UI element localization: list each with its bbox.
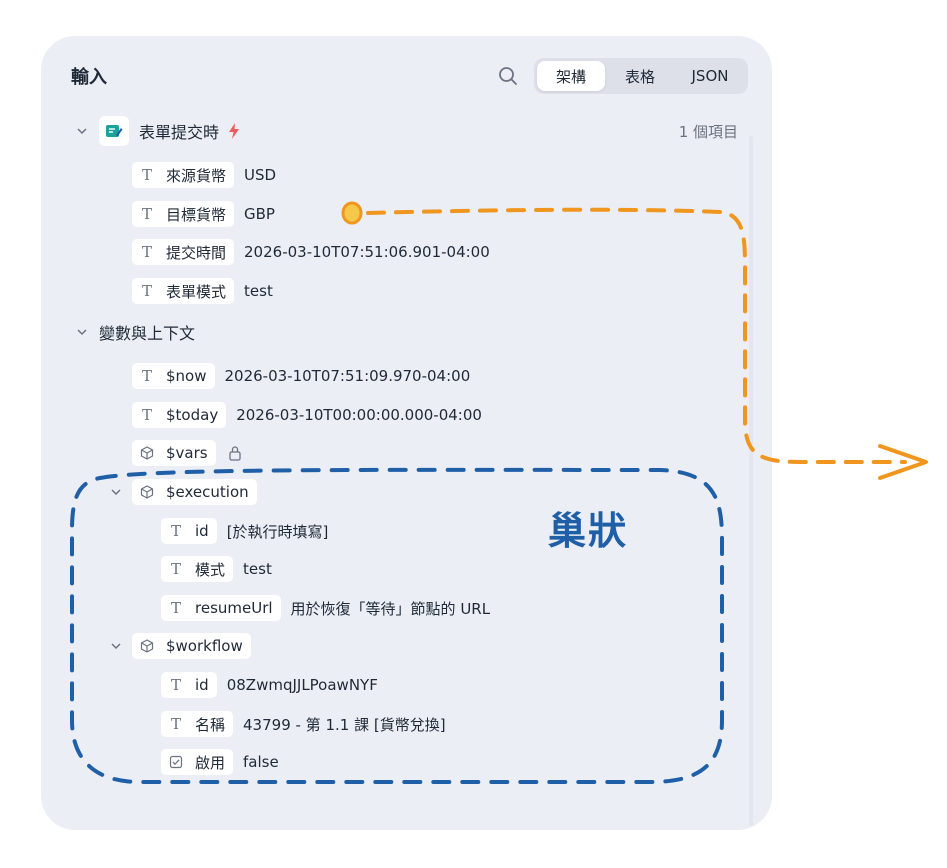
field-value: test: [243, 560, 272, 578]
list-item: T 來源貨幣 USD: [132, 160, 276, 190]
field-value: 2026-03-10T07:51:09.970-04:00: [224, 367, 471, 385]
chevron-down-icon[interactable]: [109, 485, 123, 499]
field-value: 用於恢復「等待」節點的 URL: [290, 599, 491, 618]
workflow-node: $workflow: [109, 631, 251, 661]
field-key: 提交時間: [166, 243, 227, 262]
field-key: $today: [166, 406, 219, 424]
list-item: T $today 2026-03-10T00:00:00.000-04:00: [132, 400, 482, 430]
text-type-icon: T: [170, 599, 181, 617]
chevron-down-icon[interactable]: [75, 124, 89, 138]
field-key-chip[interactable]: T resumeUrl: [161, 595, 281, 621]
list-item: T 目標貨幣 GBP: [132, 199, 275, 229]
context-section-header[interactable]: 變數與上下文: [75, 317, 195, 347]
field-key-chip[interactable]: T $now: [132, 363, 215, 389]
text-type-icon: T: [170, 522, 181, 540]
list-item: T 表單模式 test: [132, 276, 273, 306]
field-value: 08ZwmqJJLPoawNYF: [226, 676, 378, 694]
field-key-chip[interactable]: T 名稱: [161, 711, 234, 737]
field-value: 43799 - 第 1.1 課 [貨幣兌換]: [243, 715, 446, 734]
field-key: $workflow: [166, 637, 243, 655]
list-item: T id [於執行時填寫]: [161, 516, 328, 546]
list-item: T resumeUrl 用於恢復「等待」節點的 URL: [161, 593, 490, 623]
text-type-icon: T: [141, 205, 152, 223]
list-item: T 名稱 43799 - 第 1.1 課 [貨幣兌換]: [161, 709, 446, 739]
field-key-chip[interactable]: T 模式: [161, 556, 234, 582]
arrow-head-icon: [878, 444, 928, 480]
list-item: T 模式 test: [161, 554, 272, 584]
lock-icon: [228, 446, 241, 461]
field-key-chip[interactable]: $vars: [132, 440, 216, 466]
field-value: 2026-03-10T00:00:00.000-04:00: [236, 406, 482, 424]
field-value: GBP: [244, 205, 275, 223]
object-type-icon: [140, 639, 154, 653]
field-value: 2026-03-10T07:51:06.901-04:00: [244, 243, 490, 261]
field-key: 來源貨幣: [166, 166, 227, 185]
list-item: 啟用 false: [161, 747, 279, 777]
text-type-icon: T: [141, 243, 152, 261]
field-key-chip[interactable]: $execution: [132, 479, 257, 505]
list-item: $vars: [132, 438, 242, 468]
field-key: 模式: [195, 560, 226, 579]
text-type-icon: T: [141, 282, 152, 300]
field-key: 表單模式: [166, 282, 227, 301]
field-key-chip[interactable]: T 來源貨幣: [132, 162, 235, 188]
trigger-label: 表單提交時: [139, 123, 220, 142]
field-key: $vars: [166, 444, 208, 462]
field-key-chip[interactable]: T 提交時間: [132, 239, 235, 265]
text-type-icon: T: [170, 560, 181, 578]
field-value: [於執行時填寫]: [226, 522, 329, 541]
list-item: T 提交時間 2026-03-10T07:51:06.901-04:00: [132, 237, 490, 267]
text-type-icon: T: [141, 406, 152, 424]
field-key-chip[interactable]: T 目標貨幣: [132, 201, 235, 227]
text-type-icon: T: [141, 166, 152, 184]
field-key: $now: [166, 367, 207, 385]
search-icon[interactable]: [497, 65, 519, 87]
field-value: false: [243, 753, 279, 771]
chevron-down-icon[interactable]: [109, 639, 123, 653]
field-value: test: [244, 282, 273, 300]
field-key-chip[interactable]: $workflow: [132, 633, 251, 659]
item-count: 1 個項目: [678, 123, 738, 141]
form-icon: [99, 116, 129, 146]
field-key-chip[interactable]: T $today: [132, 402, 227, 428]
field-key: resumeUrl: [195, 599, 273, 617]
object-type-icon: [140, 446, 154, 460]
context-label: 變數與上下文: [99, 324, 196, 343]
checkbox-type-icon: [169, 755, 183, 769]
field-value: USD: [244, 166, 277, 184]
tab-table[interactable]: 表格: [605, 61, 675, 91]
text-type-icon: T: [141, 367, 152, 385]
execution-node: $execution: [109, 477, 257, 507]
lightning-icon: [229, 123, 240, 139]
nested-annotation-label: 巢狀: [548, 509, 629, 553]
chevron-down-icon[interactable]: [75, 325, 89, 339]
field-key: 啟用: [195, 753, 226, 772]
text-type-icon: T: [170, 676, 181, 694]
panel-title: 輸入: [71, 67, 107, 88]
tab-json[interactable]: JSON: [675, 61, 745, 91]
text-type-icon: T: [170, 715, 181, 733]
field-key: $execution: [166, 483, 249, 501]
field-key: id: [195, 522, 209, 540]
field-key: id: [195, 676, 209, 694]
field-key: 名稱: [195, 715, 226, 734]
field-key-chip[interactable]: T 表單模式: [132, 278, 235, 304]
view-mode-tabs: 架構 表格 JSON: [534, 58, 748, 94]
field-key: 目標貨幣: [166, 205, 227, 224]
scrollbar[interactable]: [749, 136, 753, 826]
field-key-chip[interactable]: T id: [161, 672, 217, 698]
field-key-chip[interactable]: 啟用: [161, 749, 234, 775]
tab-schema[interactable]: 架構: [537, 61, 605, 91]
list-item: T $now 2026-03-10T07:51:09.970-04:00: [132, 361, 470, 391]
object-type-icon: [140, 485, 154, 499]
field-key-chip[interactable]: T id: [161, 518, 217, 544]
list-item: T id 08ZwmqJJLPoawNYF: [161, 670, 378, 700]
input-panel: 輸入 架構 表格 JSON 表單提交時 1 個項目 T 來源貨幣 USD T 目…: [41, 36, 772, 830]
trigger-section-header[interactable]: 表單提交時: [75, 116, 241, 146]
